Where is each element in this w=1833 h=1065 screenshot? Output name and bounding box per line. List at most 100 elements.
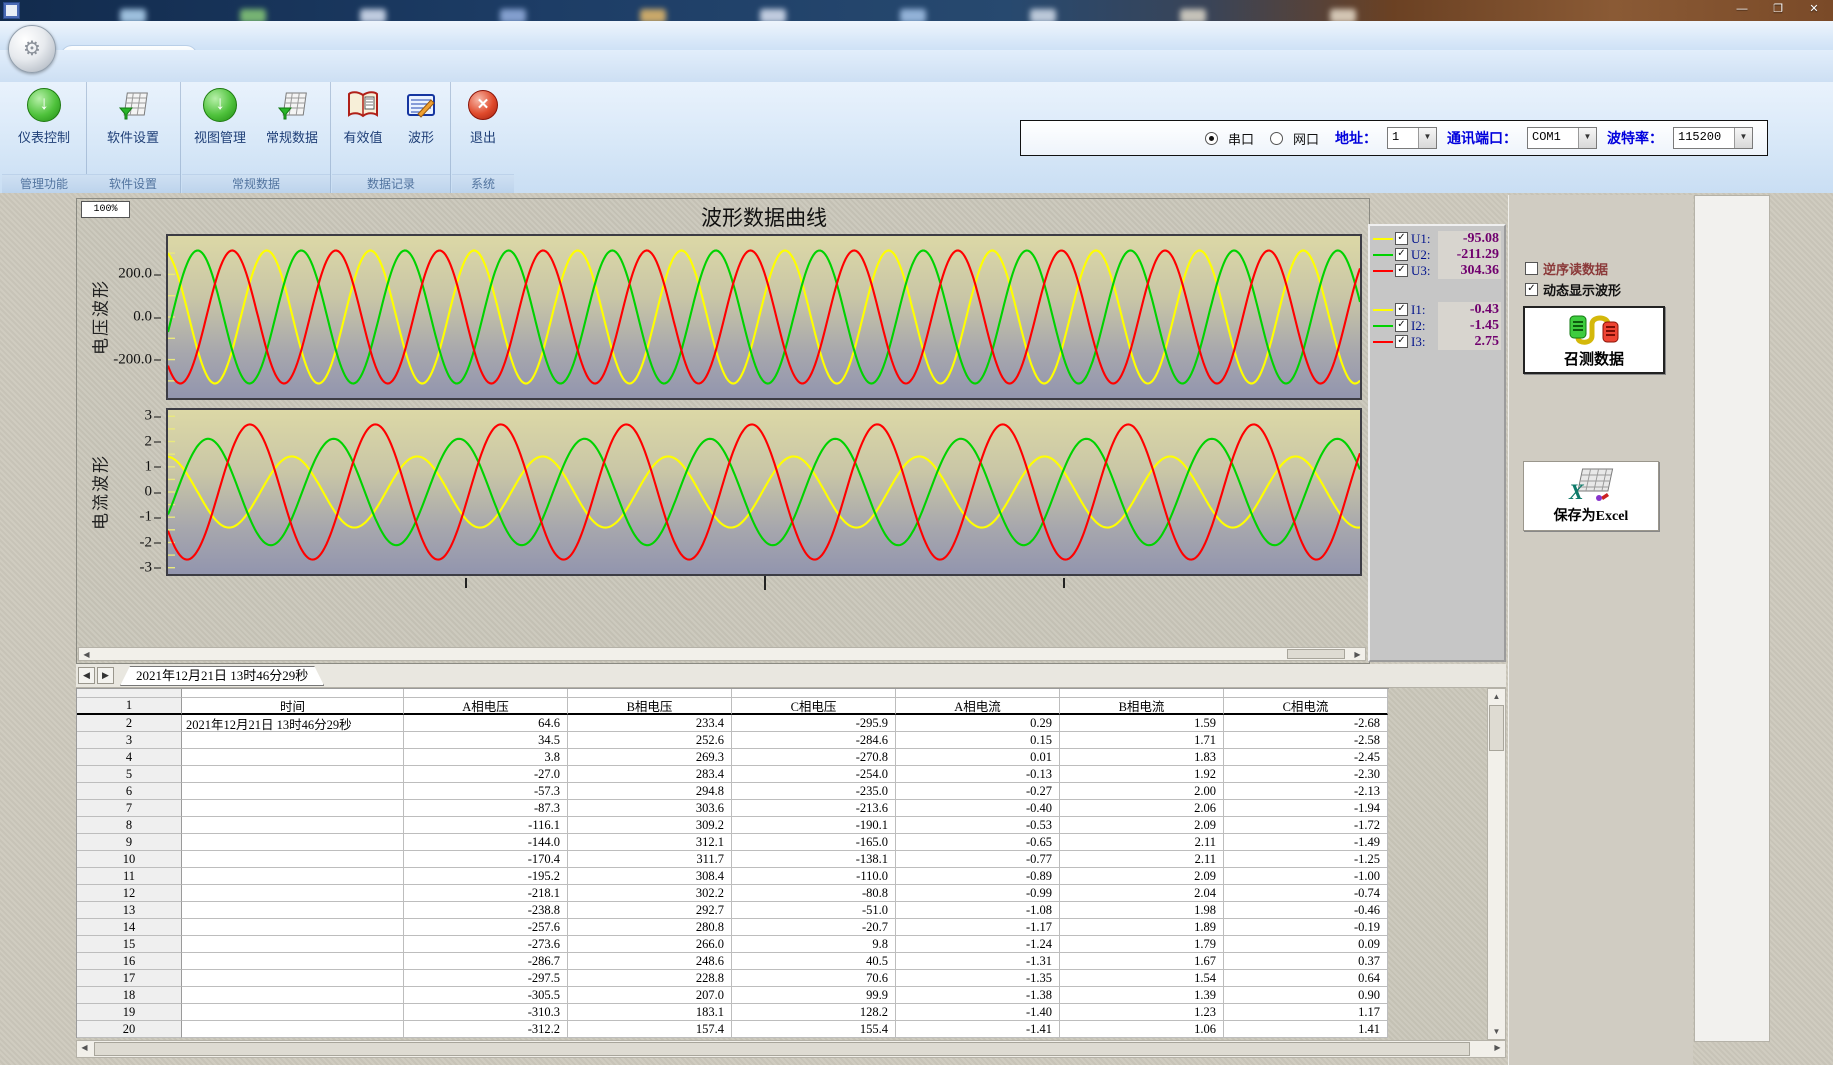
fetch-data-button[interactable]: 召测数据 bbox=[1523, 306, 1665, 374]
scroll-thumb[interactable] bbox=[94, 1042, 1470, 1056]
value-cell[interactable]: -1.94 bbox=[1224, 800, 1388, 817]
value-cell[interactable]: -0.53 bbox=[896, 817, 1060, 834]
value-cell[interactable]: -2.68 bbox=[1224, 715, 1388, 732]
value-cell[interactable]: 0.29 bbox=[896, 715, 1060, 732]
value-cell[interactable]: -0.46 bbox=[1224, 902, 1388, 919]
value-cell[interactable]: -165.0 bbox=[732, 834, 896, 851]
time-cell[interactable] bbox=[182, 902, 404, 919]
row-number[interactable]: 1 bbox=[77, 698, 182, 715]
value-cell[interactable]: 183.1 bbox=[568, 1004, 732, 1021]
value-cell[interactable]: 0.09 bbox=[1224, 936, 1388, 953]
value-cell[interactable]: -257.6 bbox=[404, 919, 568, 936]
value-cell[interactable]: -1.17 bbox=[896, 919, 1060, 936]
chart-horizontal-scrollbar[interactable]: ◀ ▶ bbox=[78, 647, 1366, 661]
row-number[interactable]: 19 bbox=[77, 1004, 182, 1021]
value-cell[interactable]: -2.58 bbox=[1224, 732, 1388, 749]
value-cell[interactable]: -213.6 bbox=[732, 800, 896, 817]
value-cell[interactable]: -286.7 bbox=[404, 953, 568, 970]
column-header[interactable]: 时间 bbox=[182, 698, 404, 715]
legend-checkbox[interactable]: ✓ bbox=[1395, 248, 1408, 261]
column-header[interactable]: A相电流 bbox=[896, 698, 1060, 715]
value-cell[interactable]: -270.8 bbox=[732, 749, 896, 766]
value-cell[interactable]: -238.8 bbox=[404, 902, 568, 919]
value-cell[interactable]: -170.4 bbox=[404, 851, 568, 868]
value-cell[interactable]: -110.0 bbox=[732, 868, 896, 885]
value-cell[interactable]: -195.2 bbox=[404, 868, 568, 885]
row-number[interactable]: 16 bbox=[77, 953, 182, 970]
value-cell[interactable]: -2.13 bbox=[1224, 783, 1388, 800]
value-cell[interactable]: 283.4 bbox=[568, 766, 732, 783]
value-cell[interactable]: -235.0 bbox=[732, 783, 896, 800]
time-cell[interactable] bbox=[182, 885, 404, 902]
scroll-right-icon[interactable]: ▶ bbox=[1490, 1041, 1505, 1057]
value-cell[interactable]: 2.00 bbox=[1060, 783, 1224, 800]
value-cell[interactable]: 312.1 bbox=[568, 834, 732, 851]
column-header[interactable]: C相电压 bbox=[732, 698, 896, 715]
value-cell[interactable]: -0.99 bbox=[896, 885, 1060, 902]
button-rms-values[interactable]: 有效值 bbox=[334, 88, 392, 146]
value-cell[interactable]: 1.41 bbox=[1224, 1021, 1388, 1038]
column-header[interactable]: B相电压 bbox=[568, 698, 732, 715]
value-cell[interactable]: 2.04 bbox=[1060, 885, 1224, 902]
value-cell[interactable]: -0.65 bbox=[896, 834, 1060, 851]
row-number[interactable]: 9 bbox=[77, 834, 182, 851]
time-cell[interactable] bbox=[182, 732, 404, 749]
dynamic-display-option[interactable]: ✓ 动态显示波形 bbox=[1525, 280, 1621, 299]
sheet-prev-icon[interactable]: ◀ bbox=[78, 667, 95, 684]
row-number[interactable]: 7 bbox=[77, 800, 182, 817]
scroll-right-icon[interactable]: ▶ bbox=[1350, 648, 1365, 660]
reverse-read-option[interactable]: 逆序读数据 bbox=[1525, 259, 1608, 278]
value-cell[interactable]: 1.54 bbox=[1060, 970, 1224, 987]
value-cell[interactable]: -284.6 bbox=[732, 732, 896, 749]
time-cell[interactable] bbox=[182, 800, 404, 817]
network-radio[interactable] bbox=[1270, 132, 1283, 145]
value-cell[interactable]: -138.1 bbox=[732, 851, 896, 868]
value-cell[interactable]: -1.41 bbox=[896, 1021, 1060, 1038]
table-vertical-scrollbar[interactable]: ▲ ▼ bbox=[1487, 688, 1506, 1040]
baud-select[interactable]: 115200 ▼ bbox=[1673, 127, 1753, 149]
time-cell[interactable]: 2021年12月21日 13时46分29秒 bbox=[182, 715, 404, 732]
value-cell[interactable]: -1.35 bbox=[896, 970, 1060, 987]
chevron-down-icon[interactable]: ▼ bbox=[1578, 128, 1596, 148]
value-cell[interactable]: 2.11 bbox=[1060, 851, 1224, 868]
app-taskbar-icon[interactable] bbox=[3, 2, 20, 19]
value-cell[interactable]: 2.09 bbox=[1060, 868, 1224, 885]
value-cell[interactable]: -273.6 bbox=[404, 936, 568, 953]
value-cell[interactable]: -295.9 bbox=[732, 715, 896, 732]
legend-checkbox[interactable]: ✓ bbox=[1395, 335, 1408, 348]
value-cell[interactable]: -2.45 bbox=[1224, 749, 1388, 766]
column-header[interactable]: B相电流 bbox=[1060, 698, 1224, 715]
row-number[interactable]: 2 bbox=[77, 715, 182, 732]
row-number[interactable]: 14 bbox=[77, 919, 182, 936]
minimize-button[interactable]: — bbox=[1727, 1, 1757, 18]
value-cell[interactable]: 0.01 bbox=[896, 749, 1060, 766]
value-cell[interactable]: 1.59 bbox=[1060, 715, 1224, 732]
table-horizontal-scrollbar[interactable]: ◀ ▶ bbox=[76, 1040, 1506, 1058]
dynamic-display-checkbox[interactable]: ✓ bbox=[1525, 283, 1538, 296]
row-number[interactable]: 13 bbox=[77, 902, 182, 919]
row-number[interactable]: 18 bbox=[77, 987, 182, 1004]
port-select[interactable]: COM1 ▼ bbox=[1527, 127, 1597, 149]
value-cell[interactable]: -0.13 bbox=[896, 766, 1060, 783]
value-cell[interactable]: -57.3 bbox=[404, 783, 568, 800]
value-cell[interactable]: -1.38 bbox=[896, 987, 1060, 1004]
time-cell[interactable] bbox=[182, 1004, 404, 1021]
time-cell[interactable] bbox=[182, 851, 404, 868]
value-cell[interactable]: -0.89 bbox=[896, 868, 1060, 885]
button-regular-data[interactable]: 常规数据 bbox=[257, 88, 327, 146]
value-cell[interactable]: 1.79 bbox=[1060, 936, 1224, 953]
value-cell[interactable]: 207.0 bbox=[568, 987, 732, 1004]
column-header[interactable]: C相电流 bbox=[1224, 698, 1388, 715]
value-cell[interactable]: 9.8 bbox=[732, 936, 896, 953]
close-button[interactable]: ✕ bbox=[1799, 1, 1829, 18]
scroll-up-icon[interactable]: ▲ bbox=[1488, 689, 1505, 704]
value-cell[interactable]: 248.6 bbox=[568, 953, 732, 970]
value-cell[interactable]: -1.08 bbox=[896, 902, 1060, 919]
time-cell[interactable] bbox=[182, 749, 404, 766]
value-cell[interactable]: -0.77 bbox=[896, 851, 1060, 868]
value-cell[interactable]: 228.8 bbox=[568, 970, 732, 987]
value-cell[interactable]: 1.67 bbox=[1060, 953, 1224, 970]
value-cell[interactable]: 309.2 bbox=[568, 817, 732, 834]
value-cell[interactable]: -2.30 bbox=[1224, 766, 1388, 783]
button-instrument-control[interactable]: ↓ 仪表控制 bbox=[9, 88, 79, 146]
